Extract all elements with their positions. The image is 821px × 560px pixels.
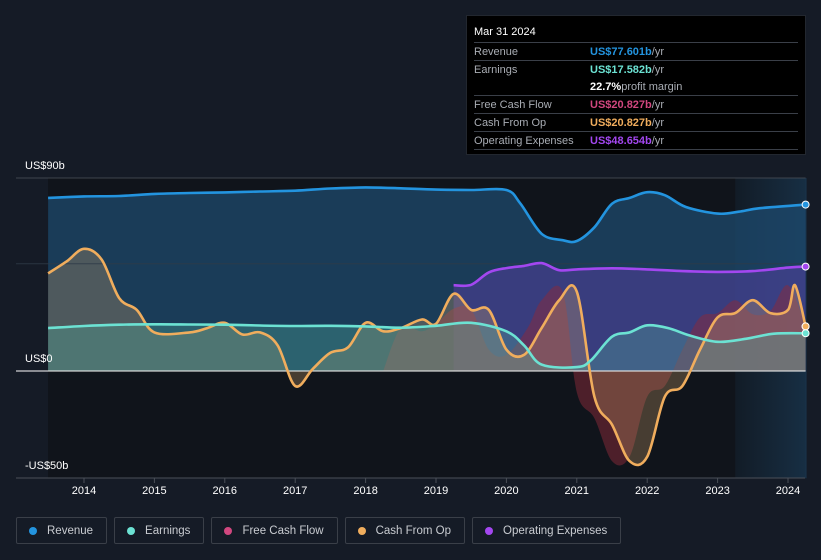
legend-label: Revenue	[47, 524, 94, 537]
legend-dot-icon	[29, 526, 37, 535]
x-tick-label-2017: 2017	[282, 485, 308, 497]
x-tick-label-2016: 2016	[212, 485, 238, 497]
legend-item-cash-from-op[interactable]: Cash From Op	[344, 517, 466, 544]
tooltip-date: Mar 31 2024	[474, 24, 798, 43]
tooltip-row-operating-expenses: Operating Expenses US$48.654b /yr	[474, 132, 798, 150]
tooltip-label: Operating Expenses	[474, 134, 574, 147]
legend: Revenue Earnings Free Cash Flow Cash Fro…	[16, 517, 622, 544]
tooltip-unit: /yr	[651, 45, 664, 58]
x-tick-label-2021: 2021	[564, 485, 590, 497]
legend-dot-icon	[485, 526, 494, 535]
legend-label: Earnings	[145, 524, 191, 537]
tooltip-unit: /yr	[651, 134, 664, 147]
legend-dot-icon	[224, 526, 233, 535]
legend-label: Operating Expenses	[503, 524, 608, 537]
legend-label: Free Cash Flow	[242, 524, 324, 537]
x-tick-label-2019: 2019	[423, 485, 449, 497]
tooltip-value: US$17.582b	[590, 63, 652, 76]
legend-dot-icon	[357, 526, 366, 535]
legend-item-free-cash-flow[interactable]: Free Cash Flow	[211, 517, 338, 544]
y-tick-label-0: US$0	[25, 353, 53, 365]
legend-item-operating-expenses[interactable]: Operating Expenses	[472, 517, 622, 544]
tooltip-label: Cash From Op	[474, 116, 547, 129]
endpoint-operating-expenses	[801, 262, 810, 271]
x-tick-label-2022: 2022	[634, 485, 660, 497]
legend-item-earnings[interactable]: Earnings	[114, 517, 205, 544]
tooltip-panel: Mar 31 2024 Revenue US$77.601b /yr Earni…	[466, 15, 806, 155]
tooltip-row-free-cash-flow: Free Cash Flow US$20.827b /yr	[474, 96, 798, 114]
endpoint-revenue	[801, 200, 810, 209]
x-tick-label-2018: 2018	[353, 485, 378, 497]
tooltip-value: US$48.654b	[590, 134, 652, 147]
x-tick-label-2023: 2023	[705, 485, 730, 497]
tooltip-row-earnings: Earnings US$17.582b /yr	[474, 61, 798, 78]
tooltip-unit: /yr	[651, 116, 664, 129]
tooltip-row-profit-margin: 22.7% profit margin	[474, 78, 798, 96]
tooltip-value: US$20.827b	[590, 98, 652, 111]
x-tick-label-2020: 2020	[494, 485, 519, 497]
tooltip-label: Earnings	[474, 63, 518, 76]
tooltip-value: US$20.827b	[590, 116, 652, 129]
x-tick-label-2024: 2024	[775, 485, 801, 497]
legend-item-revenue[interactable]: Revenue	[16, 517, 108, 544]
x-tick-label-2014: 2014	[71, 485, 97, 497]
tooltip-value: US$77.601b	[590, 45, 652, 58]
tooltip-row-cash-from-op: Cash From Op US$20.827b /yr	[474, 114, 798, 132]
legend-dot-icon	[127, 526, 136, 535]
x-tick-label-2015: 2015	[142, 485, 167, 497]
tooltip-unit: /yr	[651, 98, 664, 111]
y-tick-label-90: US$90b	[25, 160, 65, 172]
tooltip-label: Free Cash Flow	[474, 98, 552, 111]
y-tick-label-minus50: -US$50b	[25, 460, 69, 472]
tooltip-unit: /yr	[651, 63, 664, 76]
endpoint-cash-from-op	[801, 322, 810, 331]
tooltip-label: Revenue	[474, 45, 519, 58]
tooltip-row-revenue: Revenue US$77.601b /yr	[474, 43, 798, 61]
legend-label: Cash From Op	[375, 524, 452, 537]
endpoint-earnings	[801, 329, 810, 338]
tooltip-unit: profit margin	[621, 80, 683, 93]
tooltip-value: 22.7%	[590, 80, 622, 93]
